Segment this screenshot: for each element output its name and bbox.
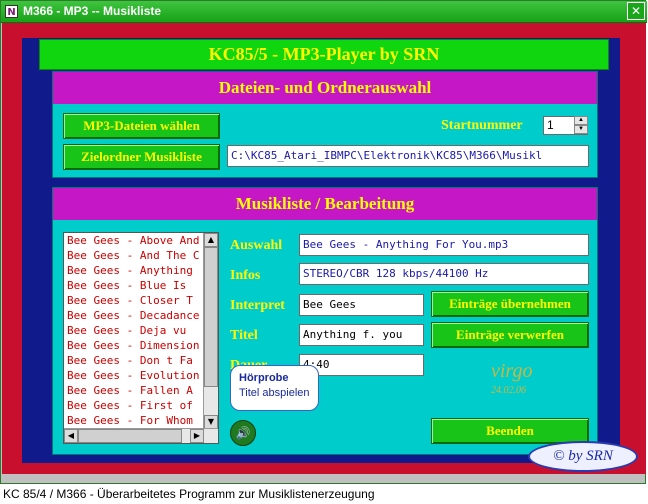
list-item[interactable]: Bee Gees - For Whom [64, 413, 218, 428]
spin-down-icon[interactable]: ▼ [574, 125, 588, 134]
scroll-up-icon[interactable]: ▲ [204, 233, 218, 247]
list-item[interactable]: Bee Gees - Don t Fa [64, 353, 218, 368]
list-items: Bee Gees - Above And Bee Gees - And The C… [64, 233, 218, 428]
vertical-scroll-thumb[interactable] [204, 247, 218, 387]
horizontal-scrollbar[interactable]: ◀ ▶ [64, 428, 218, 443]
scroll-left-icon[interactable]: ◀ [64, 429, 78, 443]
scroll-down-icon[interactable]: ▼ [204, 415, 218, 429]
app-header: KC85/5 - MP3-Player by SRN [39, 39, 609, 70]
selection-field[interactable]: Bee Gees - Anything For You.mp3 [299, 234, 589, 256]
target-folder-button[interactable]: Zielordner Musikliste [63, 144, 220, 170]
app-icon[interactable]: N [5, 5, 18, 18]
list-item[interactable]: Bee Gees - And The C [64, 248, 218, 263]
target-path-field[interactable]: C:\KC85_Atari_IBMPC\Elektronik\KC85\M366… [227, 145, 589, 167]
horizontal-scroll-thumb[interactable] [78, 429, 182, 443]
list-item[interactable]: Bee Gees - Deja vu [64, 323, 218, 338]
list-item[interactable]: Bee Gees - Evolution [64, 368, 218, 383]
files-panel-title: Dateien- und Ordnerauswahl [53, 72, 597, 104]
title-bar[interactable]: N M366 - MP3 -- Musikliste ✕ [1, 1, 647, 23]
spin-up-icon[interactable]: ▲ [574, 116, 588, 125]
music-listbox[interactable]: Bee Gees - Above And Bee Gees - And The C… [63, 232, 219, 444]
select-mp3-button[interactable]: MP3-Dateien wählen [63, 113, 220, 139]
list-item[interactable]: Bee Gees - Blue Is [64, 278, 218, 293]
start-number-label: Startnummer [441, 118, 523, 133]
list-item[interactable]: Bee Gees - Closer T [64, 293, 218, 308]
virgo-logo-text: virgo [491, 360, 533, 382]
srn-badge: © by SRN [528, 441, 638, 472]
status-bar: KC 85/4 / M366 - Überarbeitetes Programm… [0, 484, 648, 504]
infos-field[interactable]: STEREO/CBR 128 kbps/44100 Hz [299, 263, 589, 285]
music-panel-title: Musikliste / Bearbeitung [53, 188, 597, 220]
title-label: Titel [230, 328, 258, 343]
list-item[interactable]: Bee Gees - Decadance [64, 308, 218, 323]
main-window: N M366 - MP3 -- Musikliste ✕ KC85/5 - MP… [0, 0, 647, 484]
apply-entries-button[interactable]: Einträge übernehmen [431, 291, 589, 317]
list-item[interactable]: Bee Gees - Fallen A [64, 383, 218, 398]
artist-field[interactable]: Bee Gees [299, 294, 424, 316]
play-preview-icon[interactable]: 🔊 [230, 420, 256, 446]
files-panel: Dateien- und Ordnerauswahl MP3-Dateien w… [52, 71, 598, 178]
preview-tooltip: Hörprobe Titel abspielen [230, 365, 319, 411]
list-item[interactable]: Bee Gees - Dimension [64, 338, 218, 353]
start-number-spinner[interactable]: 1 ▲ ▼ [543, 116, 588, 135]
infos-label: Infos [230, 268, 261, 283]
window-title: M366 - MP3 -- Musikliste [23, 4, 162, 18]
virgo-logo: virgo 24.02.06 [491, 360, 551, 405]
vertical-scrollbar[interactable]: ▲ ▼ [203, 233, 218, 430]
discard-entries-button[interactable]: Einträge verwerfen [431, 322, 589, 348]
tooltip-title: Hörprobe [239, 372, 289, 384]
selection-label: Auswahl [230, 238, 283, 253]
tooltip-text: Titel abspielen [239, 387, 310, 399]
list-item[interactable]: Bee Gees - Above And [64, 233, 218, 248]
close-button[interactable]: ✕ [627, 2, 645, 20]
music-panel: Musikliste / Bearbeitung Bee Gees - Abov… [52, 187, 598, 455]
artist-label: Interpret [230, 298, 285, 313]
spinner-buttons[interactable]: ▲ ▼ [574, 116, 588, 135]
start-number-value: 1 [547, 118, 554, 132]
list-item[interactable]: Bee Gees - First of [64, 398, 218, 413]
list-item[interactable]: Bee Gees - Anything [64, 263, 218, 278]
scroll-right-icon[interactable]: ▶ [190, 429, 204, 443]
title-field[interactable]: Anything f. you [299, 324, 424, 346]
virgo-logo-date: 24.02.06 [491, 385, 526, 396]
exit-button[interactable]: Beenden [431, 418, 589, 444]
